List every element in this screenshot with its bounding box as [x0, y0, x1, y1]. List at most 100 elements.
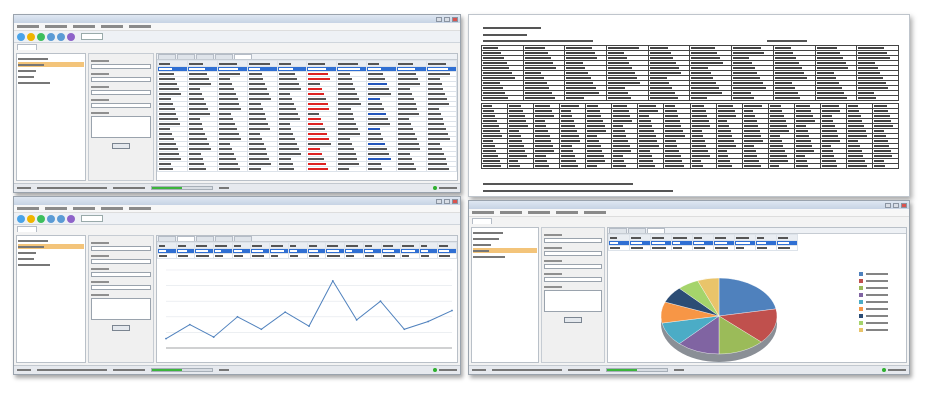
- report-icon[interactable]: [47, 32, 55, 41]
- tab[interactable]: [215, 54, 233, 59]
- menu-item[interactable]: [17, 207, 39, 210]
- report-icon[interactable]: [47, 214, 55, 223]
- data-point: [188, 323, 191, 326]
- table-row[interactable]: [608, 245, 798, 251]
- tab[interactable]: [647, 228, 665, 233]
- menu-item[interactable]: [129, 207, 151, 210]
- menu-item[interactable]: [556, 211, 578, 214]
- tab[interactable]: [196, 54, 214, 59]
- menu-item[interactable]: [500, 211, 522, 214]
- batch-number-textarea[interactable]: [91, 298, 151, 320]
- menu-item[interactable]: [584, 211, 606, 214]
- tree-item[interactable]: [18, 238, 84, 243]
- tree-item[interactable]: [18, 250, 84, 255]
- process-select[interactable]: [91, 259, 151, 264]
- tab[interactable]: [17, 226, 37, 232]
- start-time-input[interactable]: [91, 272, 151, 277]
- maximize-icon[interactable]: [893, 202, 899, 208]
- menu-item[interactable]: [73, 207, 95, 210]
- toolbar-combo[interactable]: [81, 33, 103, 40]
- sync-icon[interactable]: [27, 214, 35, 223]
- tab[interactable]: [158, 54, 176, 59]
- maximize-icon[interactable]: [444, 16, 450, 22]
- table-row[interactable]: [480, 163, 900, 169]
- start-time-input[interactable]: [544, 264, 602, 269]
- minimize-icon[interactable]: [436, 16, 442, 22]
- filter-label: [91, 73, 109, 75]
- table-cell: [715, 163, 743, 169]
- product-select[interactable]: [91, 246, 151, 251]
- tab[interactable]: [196, 236, 214, 241]
- tab[interactable]: [472, 218, 492, 224]
- menu-item[interactable]: [472, 211, 494, 214]
- save-icon[interactable]: [57, 214, 65, 223]
- tree-item-selected[interactable]: [473, 248, 537, 253]
- menu-item[interactable]: [101, 25, 123, 28]
- tree-item-selected[interactable]: [18, 244, 84, 249]
- tree-item[interactable]: [18, 256, 84, 261]
- chart-icon[interactable]: [37, 214, 45, 223]
- table-row[interactable]: [157, 253, 457, 259]
- query-button[interactable]: [564, 317, 582, 323]
- refresh-icon[interactable]: [17, 214, 25, 223]
- table-row[interactable]: [481, 95, 899, 101]
- menu-item[interactable]: [528, 211, 550, 214]
- close-icon[interactable]: [452, 198, 458, 204]
- settings-icon[interactable]: [67, 32, 75, 41]
- tab[interactable]: [234, 236, 252, 241]
- table-row[interactable]: [157, 166, 457, 172]
- sync-icon[interactable]: [27, 32, 35, 41]
- end-time-input[interactable]: [91, 103, 151, 108]
- close-icon[interactable]: [452, 16, 458, 22]
- tab[interactable]: [17, 44, 37, 50]
- minimize-icon[interactable]: [885, 202, 891, 208]
- menu-item[interactable]: [45, 25, 67, 28]
- menu-item[interactable]: [129, 25, 151, 28]
- tree-item[interactable]: [18, 56, 84, 61]
- minimize-icon[interactable]: [436, 198, 442, 204]
- data-point: [308, 325, 310, 328]
- batch-number-textarea[interactable]: [91, 116, 151, 138]
- tree-item[interactable]: [473, 230, 537, 235]
- tree-item[interactable]: [473, 254, 537, 259]
- settings-icon[interactable]: [67, 214, 75, 223]
- tab[interactable]: [609, 228, 627, 233]
- product-select[interactable]: [544, 238, 602, 243]
- results-panel: [156, 53, 458, 181]
- tab[interactable]: [177, 54, 195, 59]
- menu-item[interactable]: [73, 25, 95, 28]
- tree-item[interactable]: [18, 74, 84, 79]
- tab[interactable]: [234, 54, 252, 59]
- process-select[interactable]: [91, 77, 151, 82]
- chart-icon[interactable]: [37, 32, 45, 41]
- tree-item-selected[interactable]: [18, 62, 84, 67]
- query-button[interactable]: [112, 325, 130, 331]
- save-icon[interactable]: [57, 32, 65, 41]
- menu-item[interactable]: [45, 207, 67, 210]
- tab[interactable]: [158, 236, 176, 241]
- tree-item[interactable]: [473, 242, 537, 247]
- tree-item[interactable]: [473, 236, 537, 241]
- menu-item[interactable]: [17, 25, 39, 28]
- query-button[interactable]: [112, 143, 130, 149]
- start-time-input[interactable]: [91, 90, 151, 95]
- tree-item[interactable]: [18, 68, 84, 73]
- tab[interactable]: [177, 236, 195, 241]
- product-select[interactable]: [91, 64, 151, 69]
- tree-item[interactable]: [18, 80, 84, 85]
- maximize-icon[interactable]: [444, 198, 450, 204]
- refresh-icon[interactable]: [17, 32, 25, 41]
- legend-entry: [866, 329, 888, 331]
- menu-item[interactable]: [101, 207, 123, 210]
- filter-label: [544, 247, 562, 249]
- end-time-input[interactable]: [91, 285, 151, 290]
- tab[interactable]: [215, 236, 233, 241]
- process-select[interactable]: [544, 251, 602, 256]
- batch-number-textarea[interactable]: [544, 290, 602, 312]
- tree-item[interactable]: [18, 262, 84, 267]
- close-icon[interactable]: [901, 202, 907, 208]
- tab[interactable]: [628, 228, 646, 233]
- toolbar-combo[interactable]: [81, 215, 103, 222]
- end-time-input[interactable]: [544, 277, 602, 282]
- window-data-grid: [13, 14, 461, 193]
